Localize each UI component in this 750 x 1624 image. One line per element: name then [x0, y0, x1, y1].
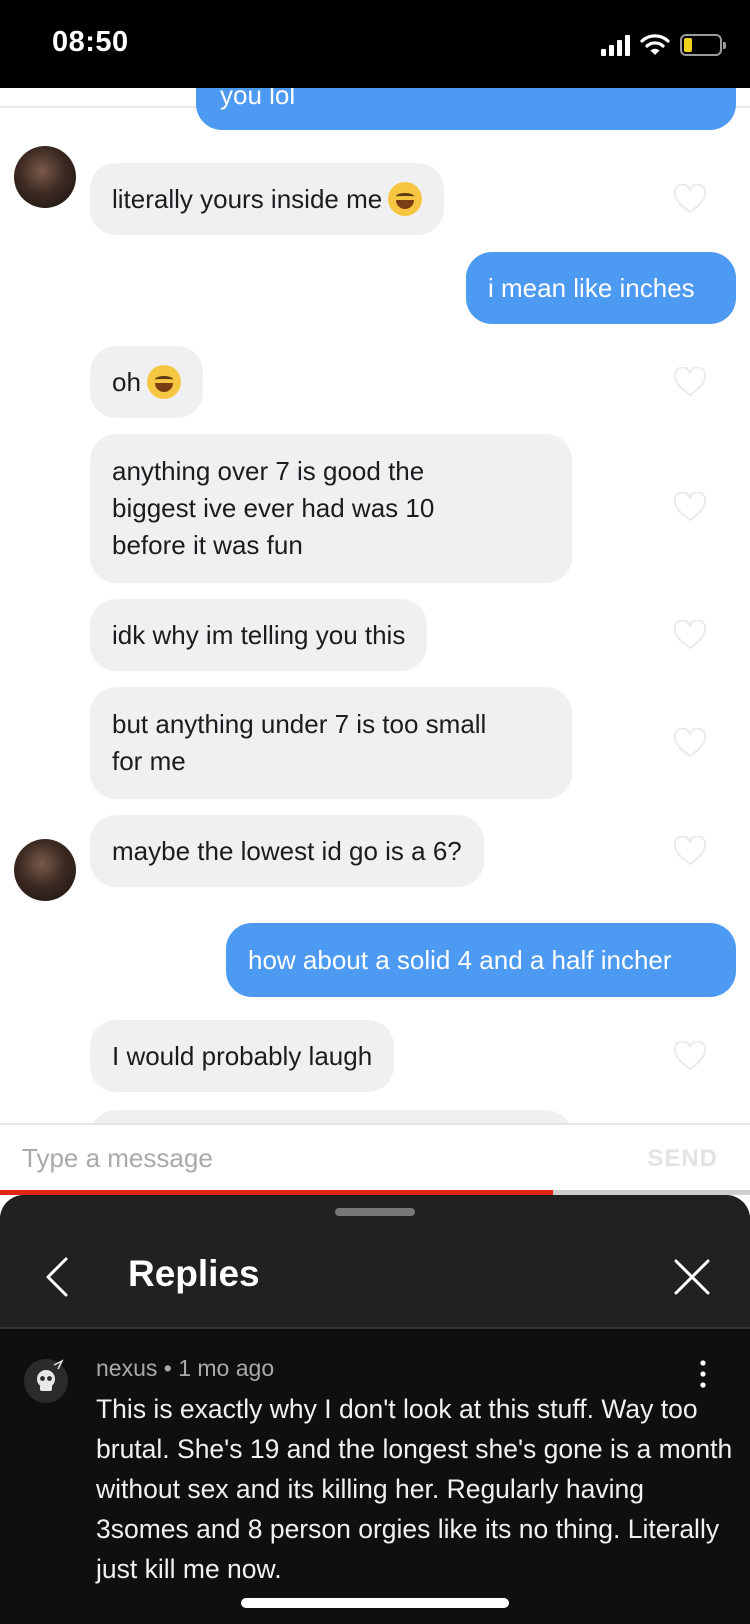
message-bubble-outgoing: you lol — [196, 88, 736, 130]
status-bar: 08:50 — [0, 0, 750, 88]
skull-icon — [37, 1359, 64, 1391]
message-bubble-incoming[interactable]: but anything under 7 is too small for me — [90, 687, 572, 799]
replies-sheet: Replies nexus • 1 mo ago This is exactly… — [0, 1195, 750, 1624]
send-button[interactable]: SEND — [647, 1145, 718, 1173]
drag-handle[interactable] — [335, 1208, 415, 1216]
message-bubble-incoming[interactable]: oh — [90, 346, 203, 418]
message-text: anything over 7 is good the biggest ive … — [112, 456, 435, 560]
message-bubble-incoming[interactable]: idk why im telling you this — [90, 599, 428, 671]
wifi-icon — [640, 34, 670, 55]
more-options-icon[interactable] — [696, 1359, 710, 1389]
comment-text: This is exactly why I don't look at this… — [96, 1394, 733, 1584]
home-indicator — [241, 1598, 509, 1608]
message-text: literally yours inside me — [112, 183, 383, 214]
message-bubble-incoming[interactable]: maybe the lowest id go is a 6? — [90, 815, 484, 887]
avatar[interactable] — [14, 146, 76, 208]
message-bubble-outgoing[interactable]: how about a solid 4 and a half incher — [226, 923, 736, 997]
status-icons — [601, 30, 726, 60]
message-text: I would probably laugh — [112, 1040, 373, 1071]
message-composer: Type a message SEND — [0, 1123, 750, 1193]
message-bubble-incoming — [90, 1110, 572, 1123]
message-text: i mean like inches — [488, 272, 695, 303]
message-input[interactable]: Type a message — [22, 1143, 213, 1174]
message-bubble-incoming[interactable]: I would probably laugh — [90, 1020, 395, 1092]
chat-area: you lol literally yours inside me i mean… — [0, 88, 750, 1123]
heart-icon[interactable] — [673, 492, 707, 522]
avatar[interactable] — [24, 1359, 68, 1403]
heart-icon[interactable] — [673, 728, 707, 758]
battery-low-icon — [680, 34, 726, 56]
comment-meta: nexus • 1 mo ago — [96, 1355, 275, 1381]
signal-icon — [601, 34, 630, 56]
message-text: maybe the lowest id go is a 6? — [112, 835, 462, 866]
message-text: how about a solid 4 and a half incher — [248, 944, 672, 975]
message-bubble-outgoing[interactable]: i mean like inches — [466, 252, 736, 324]
heart-icon[interactable] — [673, 367, 707, 397]
comment: nexus • 1 mo ago This is exactly why I d… — [0, 1329, 750, 1624]
message-text: but anything under 7 is too small for me — [112, 709, 487, 776]
avatar[interactable] — [14, 839, 76, 901]
status-time: 08:50 — [52, 26, 129, 58]
message-text: you lol — [220, 88, 296, 110]
message-bubble-incoming[interactable]: literally yours inside me — [90, 163, 445, 235]
message-text: oh — [112, 366, 141, 397]
heart-icon[interactable] — [673, 620, 707, 650]
replies-header: Replies — [0, 1195, 750, 1329]
message-text: idk why im telling you this — [112, 619, 406, 650]
message-bubble-incoming[interactable]: anything over 7 is good the biggest ive … — [90, 434, 572, 583]
replies-title: Replies — [128, 1253, 260, 1294]
heart-icon[interactable] — [673, 184, 707, 214]
heart-icon[interactable] — [673, 1041, 707, 1071]
back-arrow-icon[interactable] — [38, 1255, 78, 1299]
close-icon[interactable] — [672, 1257, 712, 1297]
heart-icon[interactable] — [673, 836, 707, 866]
sweat-smile-emoji — [146, 365, 181, 399]
laughing-tears-emoji — [388, 182, 423, 216]
